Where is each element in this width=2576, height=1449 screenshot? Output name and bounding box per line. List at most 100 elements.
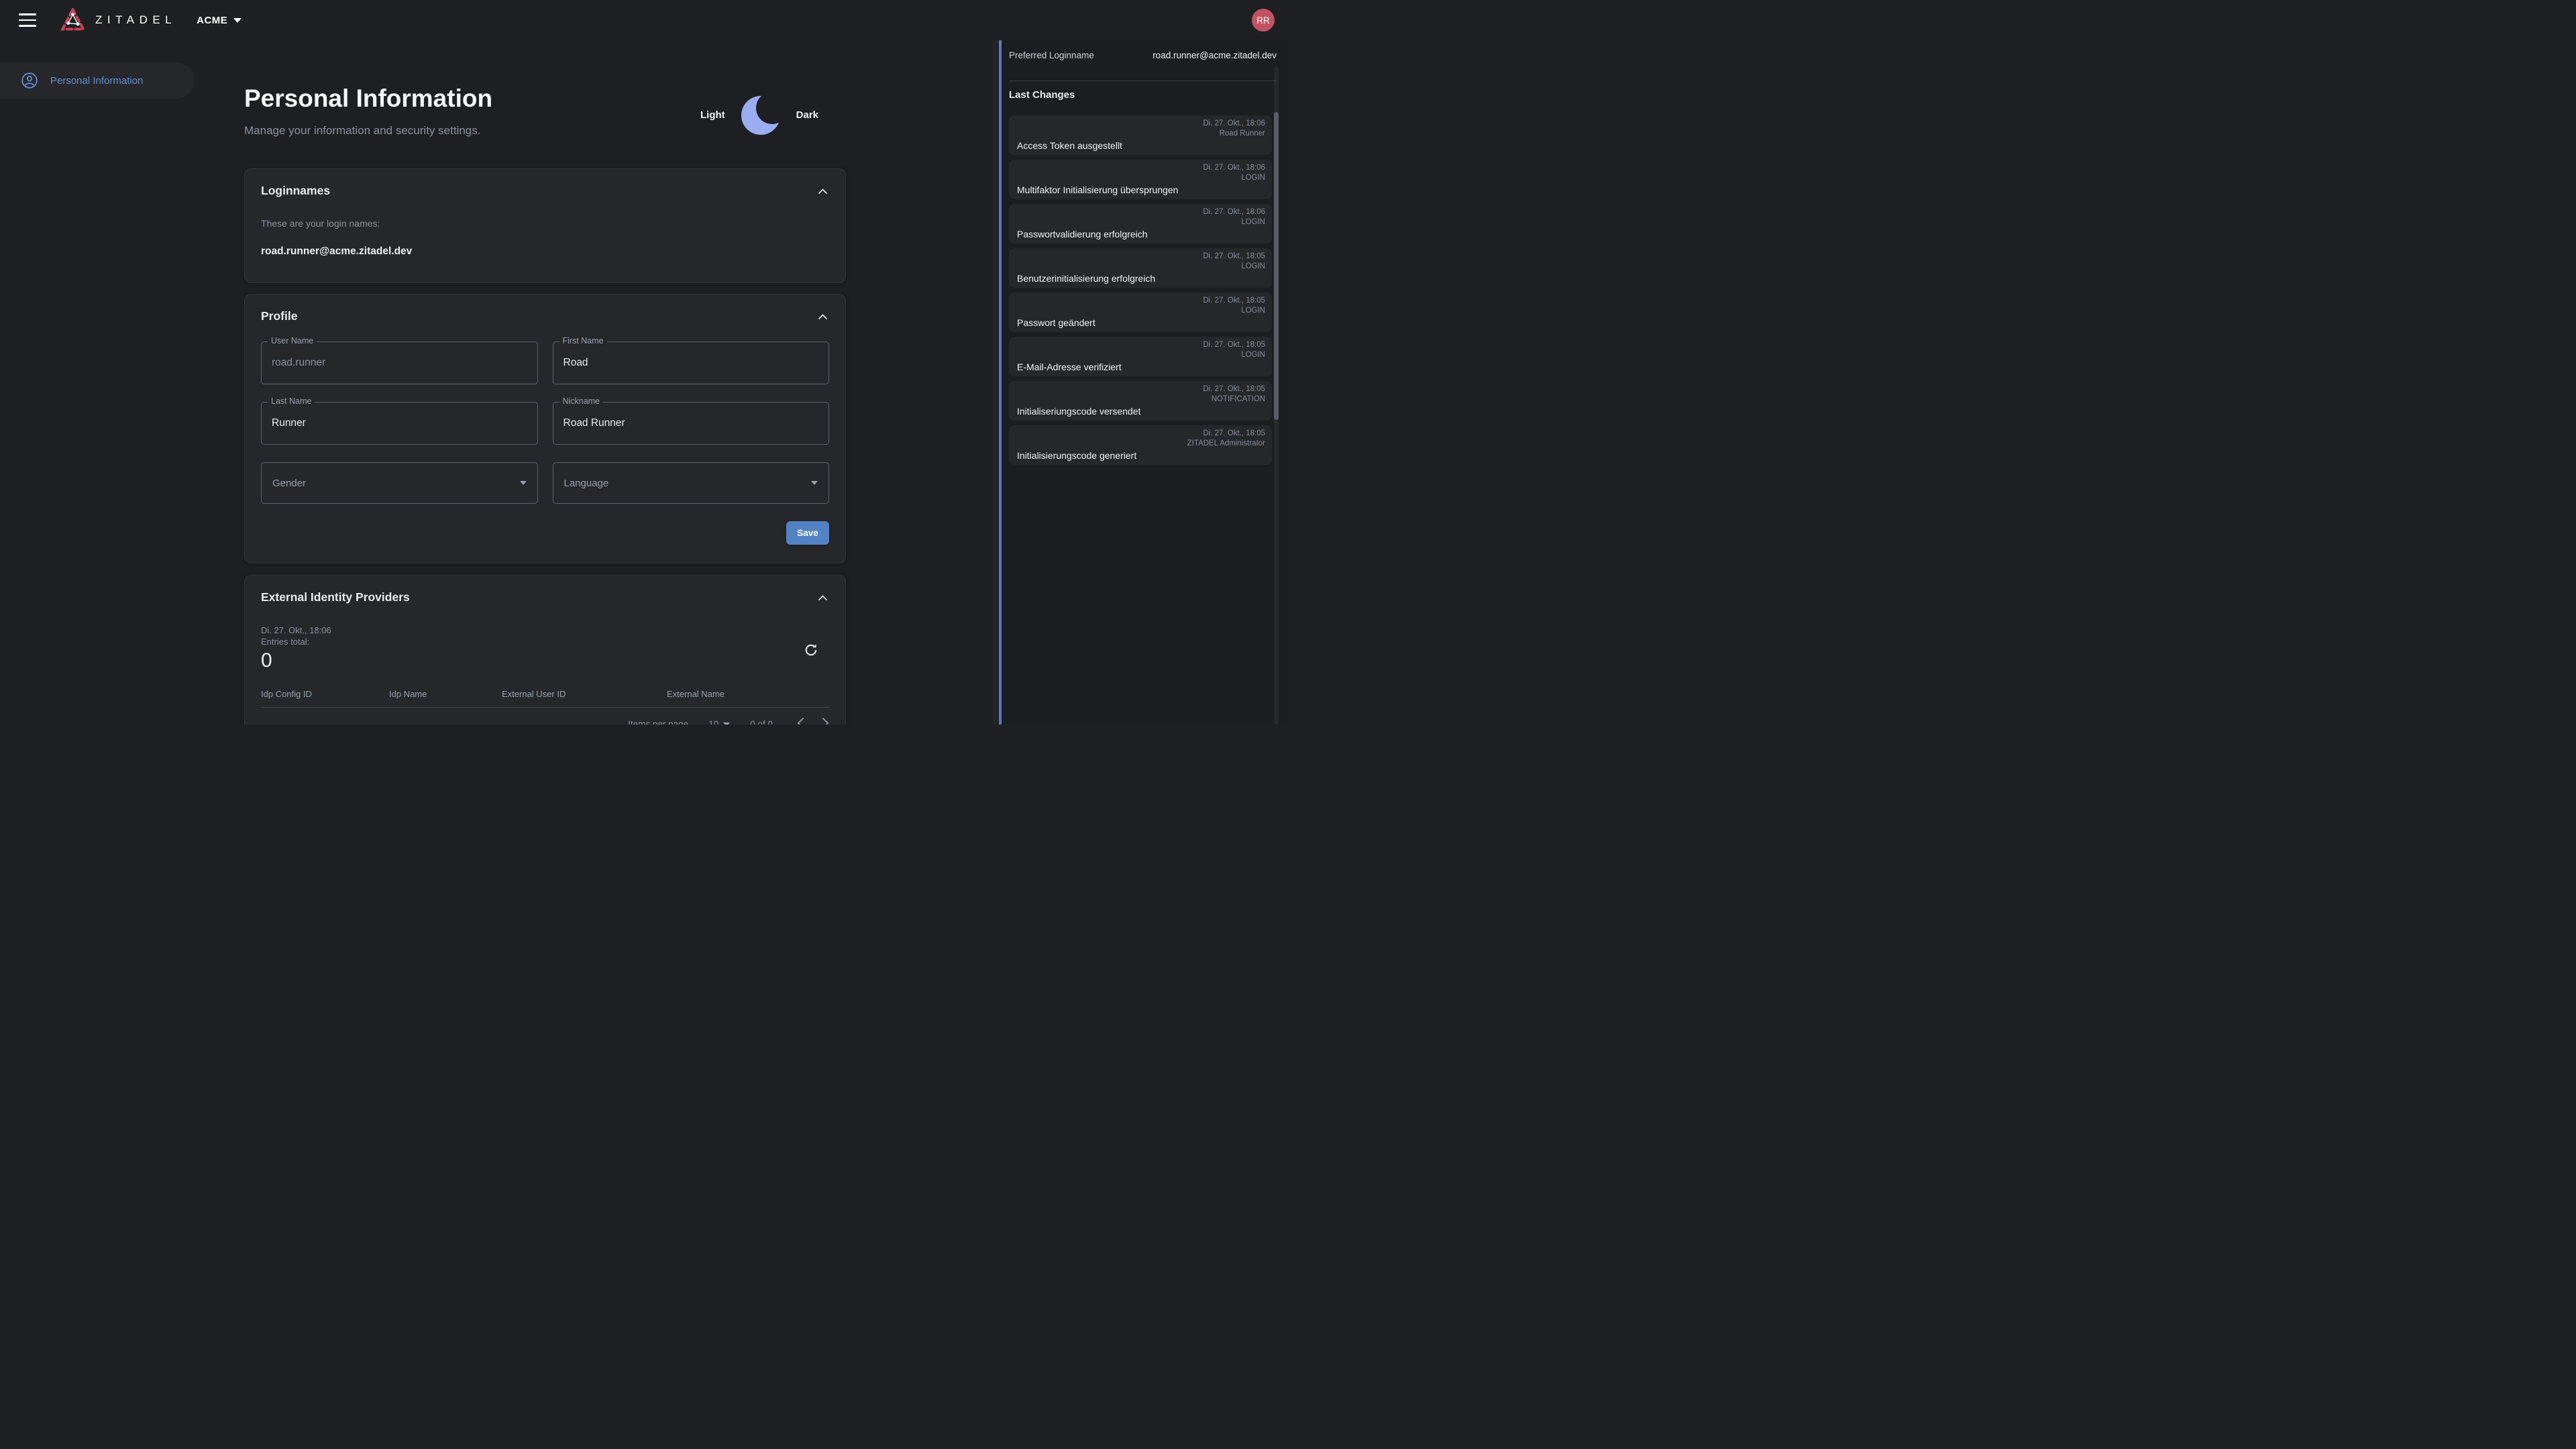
event-editor: LOGIN [1203,306,1265,316]
collapse-loginnames-button[interactable] [816,185,829,198]
event-editor: LOGIN [1203,262,1265,272]
main-content: Personal Information Manage your informa… [244,40,846,724]
org-name: ACME [197,15,227,26]
last-change-item[interactable]: Di. 27. Okt., 18:06 LOGIN Multifaktor In… [1009,160,1272,199]
external-idps-card: External Identity Providers Di. 27. Okt.… [244,575,846,724]
gender-select[interactable]: Gender [261,462,538,504]
lastname-value[interactable]: Runner [272,417,527,429]
idps-timestamp: Di. 27. Okt., 18:06 [261,625,829,636]
theme-dark-label[interactable]: Dark [796,109,818,121]
person-icon [21,72,38,89]
last-change-item[interactable]: Di. 27. Okt., 18:05 ZITADEL Administrato… [1009,425,1272,465]
org-switcher[interactable]: ACME [197,15,241,26]
idps-table-header: Idp Config IDIdp NameExternal User IDExt… [261,689,829,699]
loginnames-description: These are your login names: [261,218,829,229]
panel-scrollbar-thumb[interactable] [1274,112,1279,420]
event-title: Benutzerinitialisierung erfolgreich [1017,273,1265,284]
event-editor: LOGIN [1203,173,1265,183]
last-change-item[interactable]: Di. 27. Okt., 18:05 NOTIFICATION Initial… [1009,381,1272,421]
preferred-loginname-value: road.runner@acme.zitadel.dev [1152,50,1277,60]
last-change-item[interactable]: Di. 27. Okt., 18:05 LOGIN E-Mail-Adresse… [1009,337,1272,376]
language-select[interactable]: Language [553,462,830,504]
panel-divider [1009,80,1277,81]
external-idps-title: External Identity Providers [261,590,410,604]
loginnames-card: Loginnames These are your login names: r… [244,168,846,283]
main-scrollbar[interactable] [993,40,997,724]
nickname-field[interactable]: Nickname Road Runner [553,402,830,445]
moon-icon[interactable] [740,94,782,136]
theme-light-label[interactable]: Light [700,109,725,121]
chevron-up-icon [818,189,828,195]
event-timestamp: Di. 27. Okt., 18:05 [1203,252,1265,262]
collapse-profile-button[interactable] [816,311,829,323]
refresh-button[interactable] [801,641,821,661]
last-change-item[interactable]: Di. 27. Okt., 18:06 LOGIN Passwortvalidi… [1009,204,1272,244]
event-title: Passwortvalidierung erfolgreich [1017,229,1265,239]
activity-panel: Preferred Loginname road.runner@acme.zit… [999,40,1288,724]
zitadel-console: ZITADEL ACME RR Personal Information Per… [0,0,1288,724]
firstname-field[interactable]: First Name Road [553,341,830,384]
chevron-down-icon [723,722,730,725]
event-timestamp: Di. 27. Okt., 18:06 [1203,119,1265,129]
next-page-button[interactable] [822,717,829,724]
last-changes-list: Di. 27. Okt., 18:06 Road Runner Access T… [1009,115,1272,465]
sidebar-item-personal-information[interactable]: Personal Information [0,62,195,99]
avatar[interactable]: RR [1252,9,1275,32]
event-timestamp: Di. 27. Okt., 18:06 [1203,207,1265,217]
menu-icon[interactable] [19,13,36,27]
chevron-down-icon [233,18,241,23]
event-timestamp: Di. 27. Okt., 18:05 [1203,296,1265,306]
event-title: Access Token ausgestellt [1017,140,1265,151]
table-column-header: Idp Config ID [261,689,389,699]
page-size-select[interactable]: 10 [708,719,730,724]
table-column-header: External Name [667,689,829,699]
event-title: Passwort geändert [1017,317,1265,328]
paginator: Items per page 10 0 of 0 [261,717,829,724]
event-editor: LOGIN [1203,217,1265,227]
last-change-item[interactable]: Di. 27. Okt., 18:05 LOGIN Benutzerinitia… [1009,248,1272,288]
table-column-header: External User ID [502,689,667,699]
zitadel-logo-icon [58,5,87,36]
last-change-item[interactable]: Di. 27. Okt., 18:05 LOGIN Passwort geänd… [1009,292,1272,332]
sidebar-item-label: Personal Information [50,75,143,87]
page-title: Personal Information [244,86,492,111]
idps-entries-label: Entries total: [261,636,829,647]
preferred-loginname-row: Preferred Loginname road.runner@acme.zit… [1009,50,1277,60]
firstname-value[interactable]: Road [564,357,819,369]
profile-title: Profile [261,309,297,323]
previous-page-button[interactable] [797,717,804,724]
sidebar: Personal Information [0,40,195,724]
event-title: Initialisierungscode generiert [1017,450,1265,461]
table-divider [261,707,829,708]
save-button[interactable]: Save [786,521,829,545]
event-editor: Road Runner [1203,129,1265,139]
event-title: E-Mail-Adresse verifiziert [1017,362,1265,372]
username-value: road.runner [272,357,527,369]
theme-toggle[interactable]: Light Dark [700,94,818,136]
event-editor: LOGIN [1203,350,1265,360]
language-select-label: Language [564,478,609,489]
firstname-label: First Name [559,336,607,345]
chevron-down-icon [811,481,818,485]
last-change-item[interactable]: Di. 27. Okt., 18:06 Road Runner Access T… [1009,115,1272,155]
event-timestamp: Di. 27. Okt., 18:06 [1203,163,1265,173]
nickname-value[interactable]: Road Runner [564,417,819,429]
avatar-initials: RR [1256,15,1270,25]
username-field: User Name road.runner [261,341,538,384]
refresh-icon [803,642,819,658]
idps-entries-total: 0 [261,649,829,673]
chevron-up-icon [818,314,828,320]
chevron-down-icon [520,481,527,485]
chevron-right-icon [822,717,829,724]
items-per-page-label: Items per page [628,719,688,724]
table-column-header: Idp Name [389,689,502,699]
brand-wordmark: ZITADEL [95,13,176,27]
event-editor: NOTIFICATION [1203,394,1265,405]
collapse-idps-button[interactable] [816,592,829,604]
lastname-field[interactable]: Last Name Runner [261,402,538,445]
preferred-loginname-label: Preferred Loginname [1009,50,1094,60]
event-title: Initialiseriungscode versendet [1017,406,1265,417]
page-subtitle: Manage your information and security set… [244,124,480,138]
nickname-label: Nickname [559,396,604,406]
last-changes-title: Last Changes [1009,89,1277,101]
